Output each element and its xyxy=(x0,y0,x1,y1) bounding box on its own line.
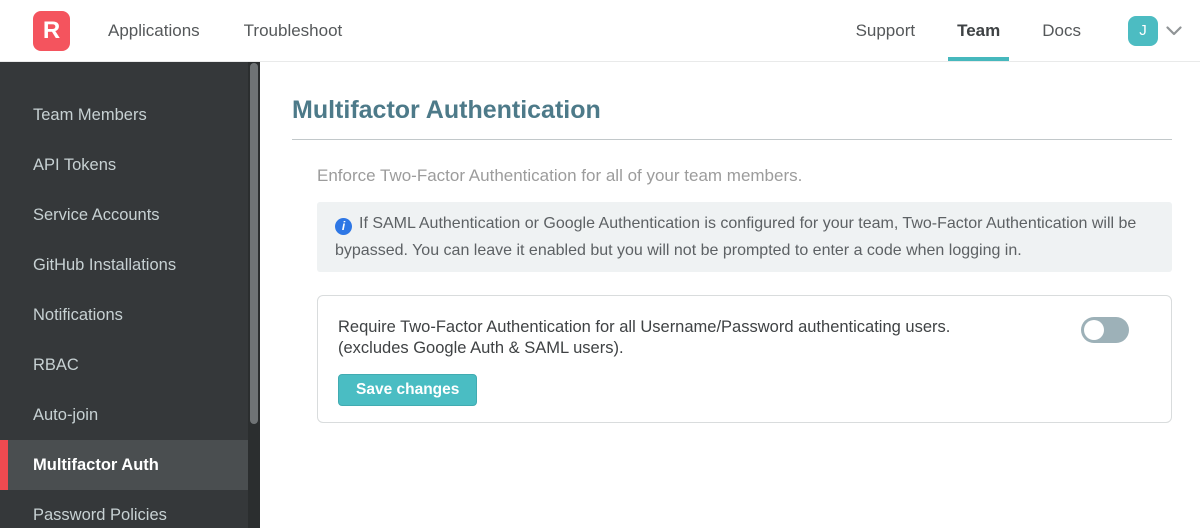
sidebar-scrollbar-thumb[interactable] xyxy=(250,63,258,424)
nav-item-support[interactable]: Support xyxy=(847,0,925,61)
require-2fa-card: Require Two-Factor Authentication for al… xyxy=(317,295,1172,423)
sidebar-item-multifactor-auth[interactable]: Multifactor Auth xyxy=(0,440,260,490)
sidebar-item-label: Auto-join xyxy=(33,405,99,424)
info-circle-icon: i xyxy=(335,218,352,235)
app-window: R Applications Troubleshoot Support Team… xyxy=(0,0,1200,528)
require-2fa-line2: (excludes Google Auth & SAML users). xyxy=(338,339,624,357)
sidebar-item-team-members[interactable]: Team Members xyxy=(0,90,260,140)
nav-item-docs[interactable]: Docs xyxy=(1033,0,1090,61)
nav-item-docs-label: Docs xyxy=(1042,20,1081,40)
saml-info-note: i If SAML Authentication or Google Authen… xyxy=(317,202,1172,272)
sidebar-item-label: GitHub Installations xyxy=(33,255,177,274)
sidebar-list: Team Members API Tokens Service Accounts… xyxy=(0,62,260,528)
chevron-down-icon[interactable] xyxy=(1166,25,1182,36)
nav-right: Support Team Docs J xyxy=(847,0,1200,61)
user-avatar-initial: J xyxy=(1139,22,1147,39)
sidebar-item-github-installations[interactable]: GitHub Installations xyxy=(0,240,260,290)
rollbar-logo[interactable]: R xyxy=(33,10,70,51)
sidebar-item-label: API Tokens xyxy=(33,155,117,174)
sidebar-item-label: Password Policies xyxy=(33,505,167,524)
sidebar-item-label: Notifications xyxy=(33,305,123,324)
sidebar-item-label: Team Members xyxy=(33,105,147,124)
sidebar-item-label: Service Accounts xyxy=(33,205,160,224)
settings-sidebar: Team Members API Tokens Service Accounts… xyxy=(0,62,260,528)
nav-item-team[interactable]: Team xyxy=(948,0,1010,61)
sidebar-item-label: RBAC xyxy=(33,355,79,374)
nav-item-troubleshoot[interactable]: Troubleshoot xyxy=(244,21,343,41)
nav-item-support-label: Support xyxy=(855,20,916,40)
sidebar-item-notifications[interactable]: Notifications xyxy=(0,290,260,340)
save-changes-button[interactable]: Save changes xyxy=(338,374,478,406)
team-active-indicator xyxy=(948,57,1010,61)
toggle-knob xyxy=(1084,320,1104,340)
info-note-text: If SAML Authentication or Google Authent… xyxy=(335,215,1137,259)
nav-item-applications[interactable]: Applications xyxy=(108,21,200,41)
page-title: Multifactor Authentication xyxy=(292,96,601,124)
user-avatar[interactable]: J xyxy=(1128,15,1158,46)
intro-text: Enforce Two-Factor Authentication for al… xyxy=(317,166,803,185)
nav-left: Applications Troubleshoot xyxy=(108,0,386,61)
sidebar-item-api-tokens[interactable]: API Tokens xyxy=(0,140,260,190)
mfa-section: Enforce Two-Factor Authentication for al… xyxy=(292,166,1172,423)
sidebar-item-auto-join[interactable]: Auto-join xyxy=(0,390,260,440)
sidebar-scrollbar-track[interactable] xyxy=(248,62,260,528)
title-divider xyxy=(292,139,1172,140)
sidebar-item-label: Multifactor Auth xyxy=(33,455,159,474)
require-2fa-line1: Require Two-Factor Authentication for al… xyxy=(338,318,951,336)
require-2fa-toggle[interactable] xyxy=(1081,317,1129,343)
nav-item-team-label: Team xyxy=(957,20,1001,40)
sidebar-item-service-accounts[interactable]: Service Accounts xyxy=(0,190,260,240)
sidebar-item-rbac[interactable]: RBAC xyxy=(0,340,260,390)
rollbar-logo-letter: R xyxy=(42,16,61,44)
sidebar-item-password-policies[interactable]: Password Policies xyxy=(0,490,260,528)
top-navbar: R Applications Troubleshoot Support Team… xyxy=(0,0,1200,62)
main-content: Multifactor Authentication Enforce Two-F… xyxy=(260,62,1200,528)
